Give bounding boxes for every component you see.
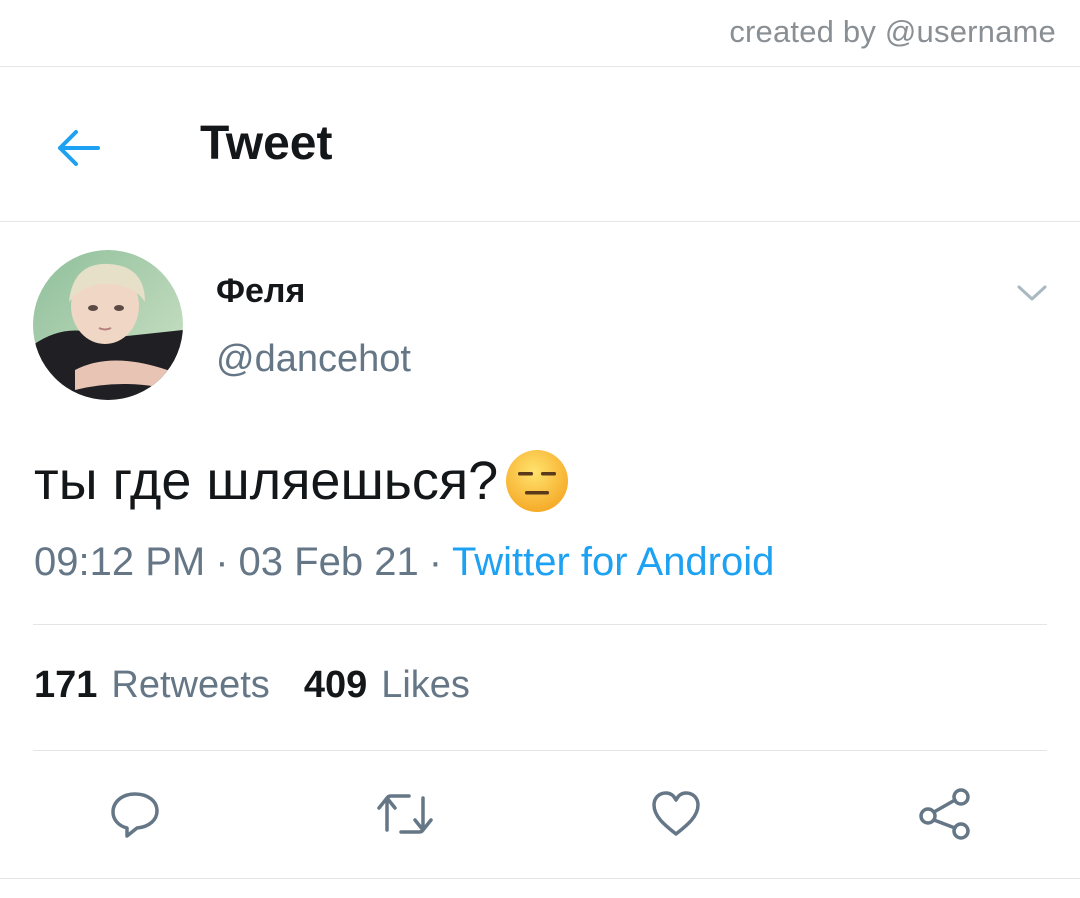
header-divider bbox=[0, 221, 1080, 222]
avatar-photo bbox=[33, 250, 183, 400]
tweet-time: 09:12 PM bbox=[34, 540, 206, 584]
tweet-source-link[interactable]: Twitter for Android bbox=[452, 540, 774, 584]
creator-credit: created by @username bbox=[729, 14, 1056, 49]
retweet-icon bbox=[377, 794, 433, 834]
like-button[interactable] bbox=[644, 782, 708, 846]
tweet-options-button[interactable] bbox=[1010, 276, 1054, 310]
meta-divider bbox=[33, 624, 1047, 625]
stats-divider bbox=[33, 750, 1047, 751]
avatar[interactable] bbox=[33, 250, 183, 400]
heart-icon bbox=[652, 791, 700, 836]
expressionless-face-icon bbox=[506, 450, 569, 512]
share-icon bbox=[919, 788, 970, 840]
likes-label: Likes bbox=[381, 664, 470, 706]
tweet-text: ты где шляешься? bbox=[34, 451, 499, 511]
tweet-meta: 09:12 PM · 03 Feb 21 · Twitter for Android bbox=[34, 540, 774, 585]
page-title: Tweet bbox=[200, 117, 333, 170]
reply-button[interactable] bbox=[103, 782, 167, 846]
tweet-body: ты где шляешься? bbox=[34, 448, 570, 514]
retweets-count: 171 bbox=[34, 664, 98, 706]
actions-divider bbox=[0, 878, 1080, 879]
arrow-left-icon bbox=[58, 130, 100, 166]
share-button[interactable] bbox=[913, 782, 977, 846]
retweets-stat[interactable]: 171 Retweets bbox=[34, 664, 270, 706]
tweet-date: 03 Feb 21 bbox=[238, 540, 419, 584]
retweets-label: Retweets bbox=[111, 664, 270, 706]
user-handle[interactable]: @dancehot bbox=[216, 338, 411, 381]
likes-count: 409 bbox=[303, 664, 368, 706]
top-divider bbox=[0, 66, 1080, 67]
meta-separator: · bbox=[428, 540, 443, 584]
reply-icon bbox=[111, 792, 159, 838]
likes-stat[interactable]: 409 Likes bbox=[304, 664, 470, 706]
tweet-stats: 171 Retweets 409 Likes bbox=[34, 664, 470, 707]
meta-separator: · bbox=[215, 540, 229, 584]
back-button[interactable] bbox=[50, 120, 106, 176]
display-name[interactable]: Феля bbox=[216, 272, 305, 311]
retweet-button[interactable] bbox=[373, 782, 437, 846]
chevron-down-icon bbox=[1017, 285, 1047, 301]
